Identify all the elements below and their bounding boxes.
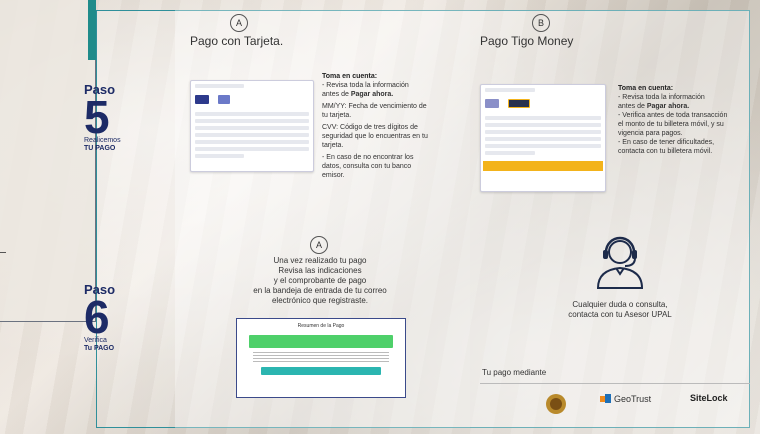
pay-button [483,161,603,171]
step-caption: Realicemos [84,137,121,144]
form-row [485,123,601,127]
card-logo [485,99,499,108]
option-letter: B [532,14,550,32]
card-form-screenshot [190,80,314,172]
success-banner [249,335,393,348]
note-line: contacta con tu billetera móvil. [618,148,713,155]
note-line: emisor. [322,172,345,179]
option-letter: A [310,236,328,254]
note-line: MM/YY: Fecha de vencimiento de [322,103,427,110]
step-number: 5 [84,91,110,143]
note-line: tu tarjeta. [322,112,352,119]
note-line: vigencia para pagos. [618,130,683,137]
note-line: - Verifica antes de toda transacción [618,112,728,119]
form-row [195,84,244,88]
card-payment-section: A Pago con Tarjeta. [190,14,480,48]
note-line: antes de Pagar ahora. [618,103,690,110]
note-line: el monto de tu billetera móvil, y su [618,121,724,128]
section-title: Pago Tigo Money [480,34,574,48]
step-caption-bold: TU PAGO [84,145,116,152]
tigo-money-section: B Pago Tigo Money [480,14,750,48]
tigo-form-screenshot [480,84,606,192]
note-bold: Pagar ahora. [350,91,394,98]
card-logo [218,95,231,104]
note-line: - En caso de tener dificultades, [618,139,715,146]
divider [480,383,750,384]
tigo-logo [508,99,531,108]
seal-icon [545,393,567,415]
support-text: Cualquier duda o consulta, contacta con … [568,300,672,319]
form-row [485,130,601,134]
note-bold: Pagar ahora. [646,103,690,110]
sitelock-logo: SiteLock [690,393,728,403]
form-row [195,154,244,158]
note-line: - Revisa toda la información [618,94,705,101]
verify-instructions: Una vez realizado tu pago Revisa las ind… [253,256,387,305]
receipt-header: Resumen de la Pago [297,323,345,329]
note-line: antes de Pagar ahora. [322,91,394,98]
visa-logo [195,95,209,104]
headset-agent-icon [596,236,644,289]
step-caption: Verifica [84,337,107,344]
form-row [485,151,535,155]
panel-b [470,10,750,428]
option-letter: A [230,14,248,32]
notes-heading: Toma en cuenta: [618,85,674,92]
form-row [485,116,601,120]
notes-heading: Toma en cuenta: [322,73,378,80]
receipt-button [261,367,381,375]
geotrust-icon [600,394,611,403]
step-6: Paso 6 Verifica Tu PAGO [84,282,115,353]
note-line: - Revisa toda la información [322,82,409,89]
card-notes: Toma en cuenta: - Revisa toda la informa… [322,72,472,180]
form-row [195,140,309,144]
step-number: 6 [84,291,110,343]
note-line: datos, consulta con tu banco [322,163,412,170]
receipt-text [253,352,389,362]
section-title: Pago con Tarjeta. [190,34,284,48]
accent-strip [88,0,96,60]
form-row [195,119,309,123]
form-row [195,126,309,130]
step-5: Paso 5 Realicemos TU PAGO [84,82,121,153]
note-line: seguridad que lo encuentras en tu [322,133,428,140]
note-line: CVV: Código de tres dígitos de [322,124,418,131]
left-overlay-card [0,0,96,322]
receipt-screenshot: Resumen de la Pago [236,318,406,398]
divider [0,252,6,253]
form-row [195,112,309,116]
form-row [195,133,309,137]
tigo-notes: Toma en cuenta: - Revisa toda la informa… [618,84,753,156]
note-line: - En caso de no encontrar los [322,154,414,161]
footer-label: Tu pago mediante [482,368,547,377]
geotrust-logo: GeoTrust [600,393,651,405]
note-line: tarjeta. [322,142,344,149]
form-row [485,88,535,92]
form-row [485,144,601,148]
step-caption-bold: Tu PAGO [84,345,115,352]
form-row [195,147,309,151]
form-row [485,137,601,141]
